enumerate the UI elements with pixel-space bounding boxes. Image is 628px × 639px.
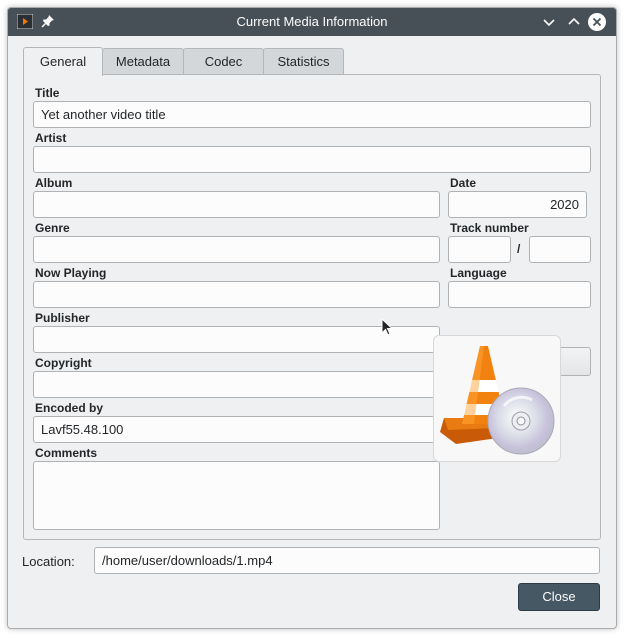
date-label: Date <box>450 176 477 190</box>
location-field[interactable]: /home/user/downloads/1.mp4 <box>94 547 600 574</box>
track-number-label: Track number <box>450 221 529 235</box>
tab-statistics[interactable]: Statistics <box>263 48 344 75</box>
artist-label: Artist <box>35 131 67 145</box>
encoded-by-field[interactable]: Lavf55.48.100 <box>33 416 440 443</box>
track-total-field[interactable] <box>529 236 591 263</box>
media-info-window: Current Media Information General Metada… <box>7 7 617 629</box>
language-field[interactable] <box>448 281 591 308</box>
mouse-cursor-icon <box>381 318 393 336</box>
chevron-down-icon[interactable] <box>540 13 558 31</box>
publisher-field[interactable] <box>33 326 440 353</box>
copyright-label: Copyright <box>35 356 92 370</box>
tab-metadata[interactable]: Metadata <box>102 48 184 75</box>
album-label: Album <box>35 176 73 190</box>
now-playing-label: Now Playing <box>35 266 107 280</box>
comments-field[interactable] <box>33 461 440 530</box>
now-playing-field[interactable] <box>33 281 440 308</box>
date-field[interactable]: 2020 <box>448 191 587 218</box>
title-bar: Current Media Information <box>8 8 616 36</box>
close-button[interactable]: Close <box>518 583 600 611</box>
title-field[interactable]: Yet another video title <box>33 101 591 128</box>
artwork-frame[interactable] <box>433 335 561 462</box>
vlc-cone-disc-icon <box>440 346 555 455</box>
copyright-field[interactable] <box>33 371 440 398</box>
chevron-up-icon[interactable] <box>565 13 583 31</box>
close-icon[interactable] <box>588 13 606 31</box>
language-label: Language <box>450 266 507 280</box>
artist-field[interactable] <box>33 146 591 173</box>
location-label: Location: <box>22 554 75 569</box>
genre-label: Genre <box>35 221 70 235</box>
general-panel: Title Yet another video title Artist Alb… <box>23 74 601 540</box>
album-field[interactable] <box>33 191 440 218</box>
tab-general[interactable]: General <box>23 47 103 76</box>
window-title: Current Media Information <box>236 14 388 29</box>
publisher-label: Publisher <box>35 311 90 325</box>
title-label: Title <box>35 86 60 100</box>
track-separator: / <box>517 242 521 256</box>
tab-codec[interactable]: Codec <box>183 48 264 75</box>
track-number-field[interactable] <box>448 236 511 263</box>
encoded-by-label: Encoded by <box>35 401 104 415</box>
genre-field[interactable] <box>33 236 440 263</box>
comments-label: Comments <box>35 446 98 460</box>
